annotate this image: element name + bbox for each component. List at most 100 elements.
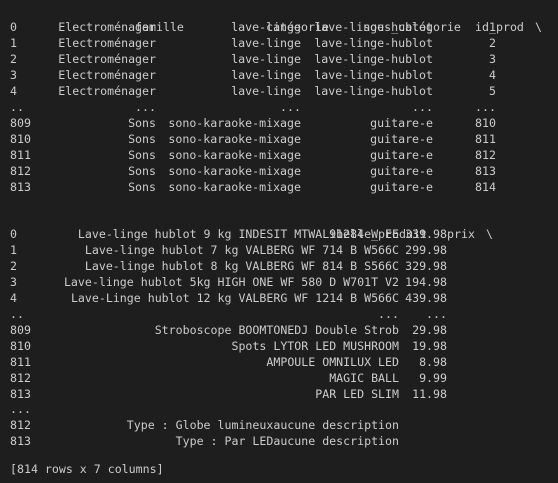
cell-libelle-produit: ... xyxy=(378,307,399,321)
cell-sous-categorie: lave-linge-hublot xyxy=(314,68,433,82)
row-index: 812 xyxy=(10,164,31,178)
table1-header: famille catégorie sous_catégorie id_prod \ xyxy=(10,3,542,34)
cell-prix: 439.98 xyxy=(405,291,447,305)
cell-sous-categorie: guitare-e xyxy=(370,116,433,130)
table-row: 812 MAGIC BALL 9.99 xyxy=(10,370,447,386)
row-index: 1 xyxy=(10,36,17,50)
header-continuation: \ xyxy=(534,20,542,34)
cell-prix: 11.98 xyxy=(412,387,447,401)
cell-sous-categorie: guitare-e xyxy=(370,164,433,178)
cell-categorie: lave-linge xyxy=(231,20,301,34)
table-row: 811 AMPOULE OMNILUX LED 8.98 xyxy=(10,354,447,370)
row-index: 810 xyxy=(10,132,31,146)
cell-libelle-produit: AMPOULE OMNILUX LED xyxy=(266,355,399,369)
cell-id-prod: 2 xyxy=(489,36,496,50)
table-row: .............. xyxy=(10,99,496,115)
cell-id-prod: 4 xyxy=(489,68,496,82)
cell-libelle-produit: Lave-linge hublot 8 kg VALBERG WF 814 B … xyxy=(84,259,399,273)
row-index: 2 xyxy=(10,259,17,273)
cell-prix: 194.98 xyxy=(405,275,447,289)
table-row: 810 Sons sono-karaoke-mixage guitare-e 811 xyxy=(10,131,496,147)
terminal-output: famille catégorie sous_catégorie id_prod \ 0… xyxy=(0,0,558,483)
table-row: 813 Sons sono-karaoke-mixage guitare-e 814 xyxy=(10,179,496,195)
header-continuation: \ xyxy=(485,227,493,241)
table-row: 809 Stroboscope BOOMTONEDJ Double Strob 29… xyxy=(10,322,447,338)
cell-categorie: ... xyxy=(280,100,301,114)
cell-sous-categorie: lave-linge-hublot xyxy=(314,84,433,98)
row-index: 811 xyxy=(10,355,31,369)
cell-famille: Sons xyxy=(128,164,156,178)
cell-famille: Electroménager xyxy=(58,36,156,50)
table-row: 813 PAR LED SLIM 11.98 xyxy=(10,386,447,402)
cell-sous-categorie: guitare-e xyxy=(370,132,433,146)
cell-famille: Sons xyxy=(128,180,156,194)
row-index: 4 xyxy=(10,291,17,305)
cell-id-prod: 5 xyxy=(489,84,496,98)
row-index: 0 xyxy=(10,20,17,34)
cell-famille: Electroménager xyxy=(58,52,156,66)
cell-sous-categorie: lave-linge-hublot xyxy=(314,52,433,66)
cell-description: Type : Globe lumineuxaucune description xyxy=(126,418,399,432)
table-row: 2 Lave-linge hublot 8 kg VALBERG WF 814 B… xyxy=(10,258,447,274)
cell-id-prod: 810 xyxy=(475,116,496,130)
cell-categorie: sono-karaoke-mixage xyxy=(168,148,301,162)
cell-prix: 8.98 xyxy=(419,355,447,369)
cell-id-prod: ... xyxy=(475,100,496,114)
cell-libelle-produit: Lave-linge hublot 5kg HIGH ONE WF 580 D … xyxy=(63,275,399,289)
cell-famille: Electroménager xyxy=(58,20,156,34)
row-index: 812 xyxy=(10,418,31,432)
cell-prix: 299.98 xyxy=(405,243,447,257)
cell-categorie: lave-linge xyxy=(231,52,301,66)
cell-categorie: sono-karaoke-mixage xyxy=(168,180,301,194)
cell-famille: Sons xyxy=(128,148,156,162)
row-index: 810 xyxy=(10,339,31,353)
cell-categorie: sono-karaoke-mixage xyxy=(168,132,301,146)
row-index: 813 xyxy=(10,387,31,401)
table-row: 812 Type : Globe lumineuxaucune descripti… xyxy=(10,417,399,433)
table-row: 2 Electroménager lave-linge lave-linge-hubl… xyxy=(10,51,496,67)
row-index: .. xyxy=(10,307,24,321)
row-index: 3 xyxy=(10,275,17,289)
cell-categorie: lave-linge xyxy=(231,84,301,98)
table-row: 4 Electroménager lave-linge lave-linge-hubl… xyxy=(10,83,496,99)
cell-sous-categorie: lave-linge-hublot xyxy=(314,36,433,50)
row-index: 812 xyxy=(10,371,31,385)
cell-sous-categorie: lave-linge-hublot xyxy=(314,20,433,34)
table-row: 813 Type : Par LEDaucune description xyxy=(10,433,399,449)
shape-summary: [814 rows x 7 columns] xyxy=(10,462,164,476)
table-row: 1 Lave-linge hublot 7 kg VALBERG WF 714 B… xyxy=(10,242,447,258)
cell-prix: 19.98 xyxy=(412,339,447,353)
cell-prix: 9.99 xyxy=(419,371,447,385)
cell-categorie: sono-karaoke-mixage xyxy=(168,164,301,178)
cell-id-prod: 814 xyxy=(475,180,496,194)
cell-categorie: lave-linge xyxy=(231,68,301,82)
cell-id-prod: 3 xyxy=(489,52,496,66)
table3-ellipsis: ... xyxy=(10,402,31,416)
table-row: 3 Electroménager lave-linge lave-linge-hubl… xyxy=(10,67,496,83)
cell-prix: 329.98 xyxy=(405,259,447,273)
row-index: 4 xyxy=(10,84,17,98)
row-index: 3 xyxy=(10,68,17,82)
cell-sous-categorie: guitare-e xyxy=(370,148,433,162)
table-row: 810 Spots LYTOR LED MUSHROOM 19.98 xyxy=(10,338,447,354)
row-index: 0 xyxy=(10,227,17,241)
cell-libelle-produit: Stroboscope BOOMTONEDJ Double Strob xyxy=(154,323,399,337)
cell-famille: Electroménager xyxy=(58,84,156,98)
row-index: 809 xyxy=(10,116,31,130)
table-row: 4 Lave-Linge hublot 12 kg VALBERG WF 1214… xyxy=(10,290,447,306)
table-row: 0 Electroménager lave-linge lave-linge-hubl… xyxy=(10,19,496,35)
cell-prix: 339.98 xyxy=(405,227,447,241)
cell-prix: ... xyxy=(426,307,447,321)
row-index: 813 xyxy=(10,180,31,194)
row-index: 2 xyxy=(10,52,17,66)
cell-sous-categorie: guitare-e xyxy=(370,180,433,194)
table-row: ........ xyxy=(10,306,447,322)
cell-libelle-produit: Lave-linge hublot 9 kg INDESIT MTWA 9128… xyxy=(77,227,399,241)
cell-prix: 29.98 xyxy=(412,323,447,337)
cell-famille: Sons xyxy=(128,132,156,146)
table-row: 811 Sons sono-karaoke-mixage guitare-e 812 xyxy=(10,147,496,163)
cell-famille: Electroménager xyxy=(58,68,156,82)
cell-sous-categorie: ... xyxy=(412,100,433,114)
table2-header: Libelle_produit prix \ xyxy=(10,210,493,241)
cell-libelle-produit: MAGIC BALL xyxy=(329,371,399,385)
